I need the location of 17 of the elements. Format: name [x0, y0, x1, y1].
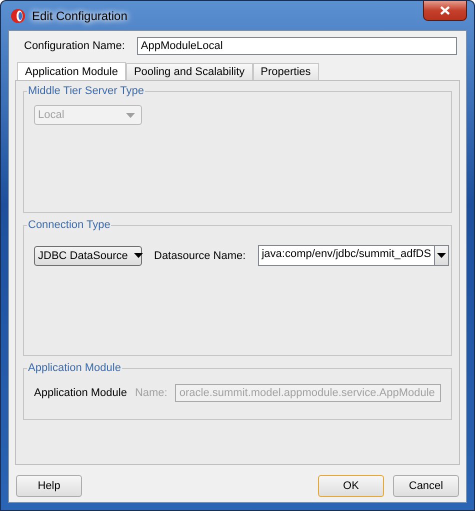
dropdown[interactable]: JDBC DataSource: [34, 246, 142, 266]
tab[interactable]: Properties: [252, 63, 319, 80]
field-label: Name:: [134, 387, 168, 399]
dialog-button[interactable]: OK: [318, 475, 384, 497]
configuration-name-field[interactable]: AppModuleLocal: [136, 37, 457, 55]
field-label: Application Module: [34, 387, 127, 399]
dialog-button[interactable]: Help: [16, 475, 82, 497]
field-label: Configuration Name:: [24, 40, 125, 52]
tab[interactable]: Application Module: [17, 62, 126, 80]
tab[interactable]: Pooling and Scalability: [126, 63, 253, 80]
field-label: Datasource Name:: [154, 250, 246, 262]
group-title: Application Module: [27, 362, 122, 374]
datasource-combo[interactable]: java:comp/env/jdbc/summit_adfDS: [258, 245, 450, 266]
group-title: Middle Tier Server Type: [27, 85, 145, 97]
dialog-button[interactable]: Cancel: [393, 475, 459, 497]
window-title: Edit Configuration: [32, 8, 128, 22]
group-title: Connection Type: [27, 219, 112, 231]
